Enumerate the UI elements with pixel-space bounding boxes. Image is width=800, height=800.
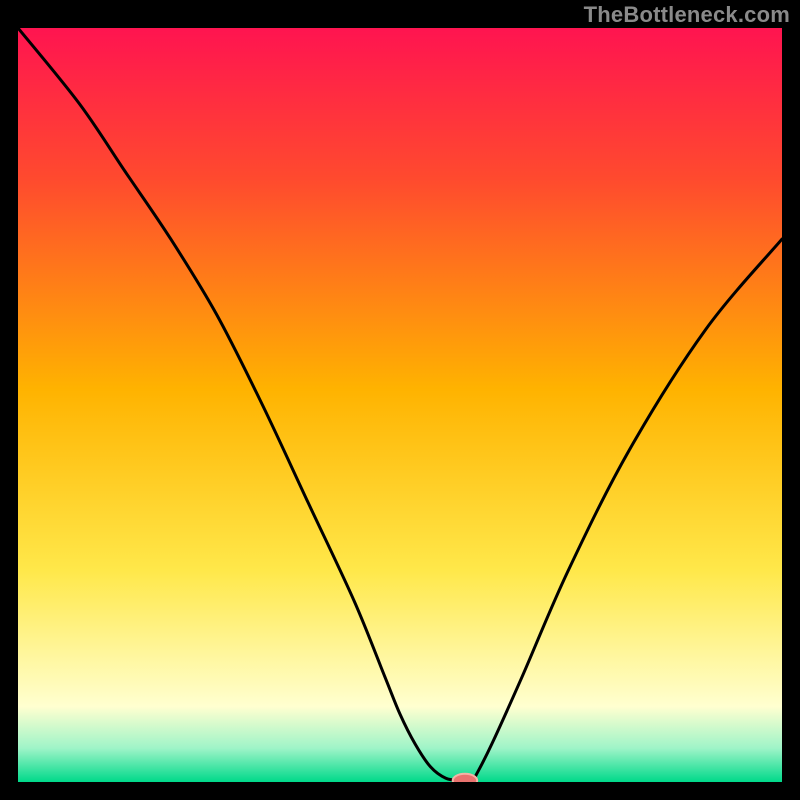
chart-frame: TheBottleneck.com bbox=[0, 0, 800, 800]
chart-svg bbox=[18, 28, 782, 782]
watermark-text: TheBottleneck.com bbox=[584, 2, 790, 28]
plot-area bbox=[18, 28, 782, 782]
minimum-marker bbox=[453, 774, 477, 782]
gradient-background bbox=[18, 28, 782, 782]
